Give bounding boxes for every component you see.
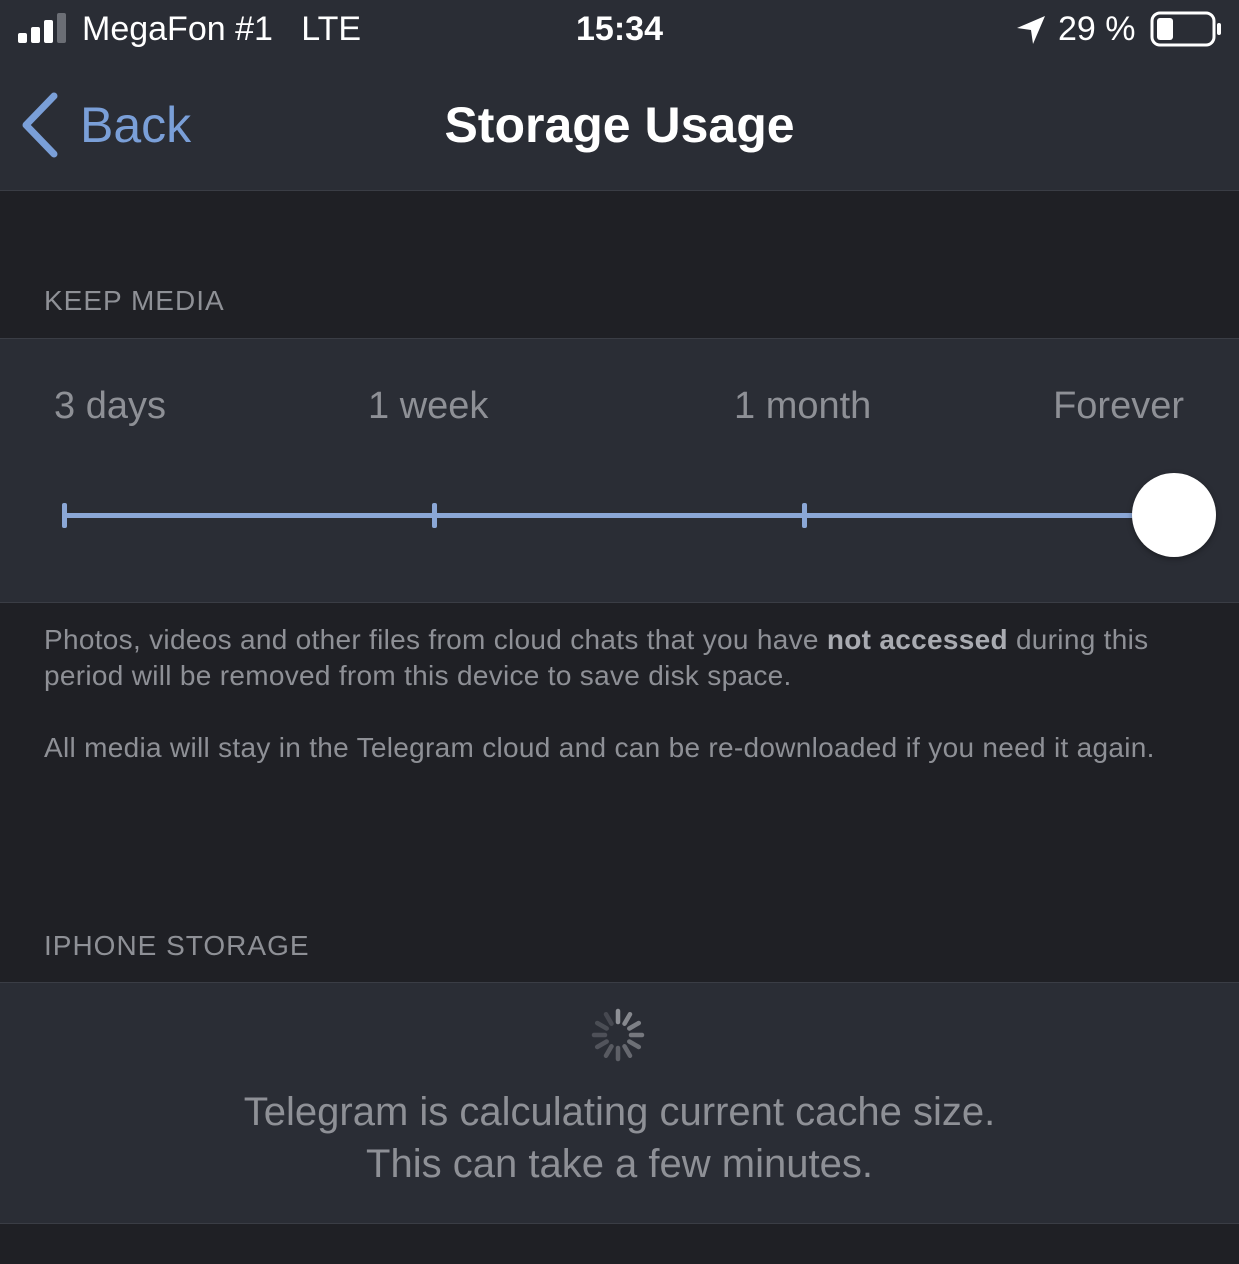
- location-arrow-icon: [1017, 16, 1045, 44]
- period-option-1-month[interactable]: 1 month: [734, 383, 871, 429]
- battery-icon: [1150, 11, 1221, 47]
- description-bold-text: not accessed: [826, 624, 1008, 655]
- period-option-1-week[interactable]: 1 week: [368, 383, 488, 429]
- slider-tick: [802, 503, 807, 528]
- slider-thumb[interactable]: [1132, 473, 1216, 557]
- status-time: 15:34: [576, 10, 663, 48]
- slider-tick: [432, 503, 437, 528]
- battery-percent: 29 %: [1058, 10, 1136, 48]
- keep-media-slider[interactable]: [0, 459, 1239, 579]
- top-bar: MegaFon #1 LTE 15:34 29 % Back Storage U…: [0, 0, 1239, 191]
- iphone-storage-card: Telegram is calculating current cache si…: [0, 982, 1239, 1224]
- loading-spinner-icon: [591, 1008, 645, 1062]
- storage-usage-screen: MegaFon #1 LTE 15:34 29 % Back Storage U…: [0, 0, 1239, 1264]
- keep-media-header: KEEP MEDIA: [44, 285, 225, 316]
- keep-media-card: 3 days 1 week 1 month Forever: [0, 338, 1239, 603]
- keep-media-description: Photos, videos and other files from clou…: [44, 622, 1204, 694]
- cloud-note: All media will stay in the Telegram clou…: [44, 732, 1155, 763]
- slider-track[interactable]: [64, 513, 1176, 518]
- period-option-forever[interactable]: Forever: [1053, 383, 1184, 429]
- status-bar: MegaFon #1 LTE 15:34 29 %: [0, 0, 1239, 60]
- iphone-storage-header: IPHONE STORAGE: [44, 930, 310, 961]
- navigation-bar: Back Storage Usage: [0, 60, 1239, 190]
- calculating-hint: This can take a few minutes.: [366, 1142, 873, 1186]
- slider-tick: [62, 503, 67, 528]
- description-text: Photos, videos and other files from clou…: [44, 624, 827, 655]
- page-title: Storage Usage: [444, 97, 795, 153]
- period-option-3-days[interactable]: 3 days: [54, 383, 166, 429]
- calculating-message: Telegram is calculating current cache si…: [243, 1090, 996, 1134]
